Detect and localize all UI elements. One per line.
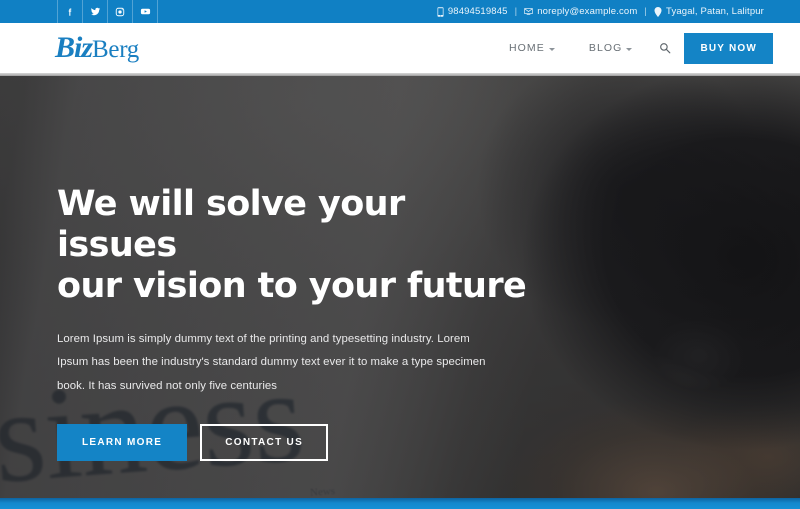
map-pin-icon — [654, 6, 662, 17]
nav-item-blog[interactable]: BLOG — [572, 42, 650, 54]
hero-content: We will solve your issues our vision to … — [57, 184, 527, 461]
logo-rest-text: Berg — [92, 36, 139, 63]
contact-info: 98494519845 | noreply@example.com | Tyag… — [437, 0, 764, 23]
hero-title: We will solve your issues our vision to … — [57, 184, 527, 307]
social-links — [57, 0, 158, 23]
nav-label-home: HOME — [508, 42, 545, 54]
mobile-icon — [437, 6, 444, 17]
site-logo[interactable]: Biz Berg — [55, 33, 139, 63]
separator-2: | — [644, 6, 648, 17]
instagram-icon[interactable] — [108, 0, 133, 23]
hero-title-line-1: We will solve your issues — [57, 184, 405, 265]
contact-phone[interactable]: 98494519845 — [437, 6, 508, 17]
site-header: Biz Berg HOME BLOG BUY NOW — [0, 23, 800, 73]
page-root: 98494519845 | noreply@example.com | Tyag… — [0, 0, 800, 509]
hero-section: isiness News We will solve your issues o… — [0, 76, 800, 509]
twitter-icon[interactable] — [83, 0, 108, 23]
logo-mark-text: Biz — [55, 31, 93, 64]
email-address: noreply@example.com — [537, 6, 638, 17]
nav-label-blog: BLOG — [588, 42, 623, 54]
nav-item-home[interactable]: HOME — [492, 42, 572, 54]
header-bottom-divider — [0, 73, 800, 76]
chevron-down-icon — [548, 47, 555, 51]
hero-bottom-accent-strip — [0, 498, 800, 509]
buy-now-button[interactable]: BUY NOW — [684, 32, 773, 64]
envelope-icon — [524, 7, 534, 16]
contact-us-button[interactable]: CONTACT US — [200, 423, 329, 461]
phone-number: 98494519845 — [447, 6, 508, 17]
youtube-icon[interactable] — [133, 0, 158, 23]
chevron-down-icon — [626, 47, 633, 51]
contact-address[interactable]: Tyagal, Patan, Lalitpur — [654, 6, 764, 17]
hero-cta-group: LEARN MORE CONTACT US — [57, 423, 527, 461]
hero-title-line-2: our vision to your future — [57, 265, 527, 306]
address-text: Tyagal, Patan, Lalitpur — [666, 6, 764, 17]
learn-more-button[interactable]: LEARN MORE — [57, 423, 188, 461]
top-utility-bar: 98494519845 | noreply@example.com | Tyag… — [0, 0, 800, 23]
facebook-icon[interactable] — [58, 0, 83, 23]
contact-email[interactable]: noreply@example.com — [524, 6, 637, 17]
search-icon[interactable] — [649, 42, 684, 54]
hero-description: Lorem Ipsum is simply dummy text of the … — [57, 332, 486, 392]
separator-1: | — [514, 6, 518, 17]
main-navigation: HOME BLOG BUY NOW — [492, 32, 773, 64]
